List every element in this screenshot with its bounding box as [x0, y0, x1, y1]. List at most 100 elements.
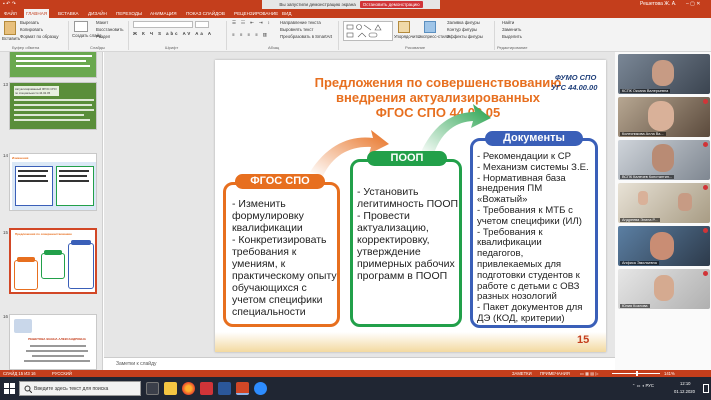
word-icon[interactable] — [218, 382, 231, 395]
clock-date[interactable]: 01.12.2020 — [674, 389, 695, 394]
powerpoint-icon[interactable] — [236, 382, 249, 395]
find-button[interactable]: Найти — [502, 20, 514, 26]
notes-pane[interactable]: Заметки к слайду — [104, 357, 615, 370]
shape-fill-button[interactable]: Заливка фигуры — [447, 20, 480, 26]
slide-number: 15 — [3, 230, 9, 235]
taskbar-search[interactable]: Введите здесь текст для поиска — [19, 381, 141, 396]
user-name[interactable]: Решетова Ж. А. — [640, 0, 676, 9]
participant-name: Андреева Элина Р... — [620, 218, 660, 222]
cut-button[interactable]: Вырезать — [20, 20, 39, 26]
replace-button[interactable]: Заменить — [502, 27, 521, 33]
slide-thumbnail-14[interactable]: Изменения — [9, 153, 97, 211]
firefox-icon[interactable] — [182, 382, 195, 395]
font-size-field[interactable] — [195, 21, 209, 28]
text-line: - Провести — [357, 210, 410, 222]
tab-insert[interactable]: ВСТАВКА — [56, 9, 81, 18]
participant-tile[interactable]: Андреева Элина Р... — [618, 183, 710, 223]
group-paragraph: Абзац — [268, 45, 280, 50]
participant-tile[interactable]: Юлия Козлова — [618, 269, 710, 309]
align-icons[interactable]: ≡ ≡ ≡ ≡ ▥ — [232, 32, 269, 38]
file-explorer-icon[interactable] — [164, 382, 177, 395]
section-button[interactable]: Раздел — [96, 34, 110, 40]
reset-button[interactable]: Восстановить — [96, 27, 124, 33]
fgos-text[interactable]: - Изменить формулировку квалификации - К… — [232, 198, 338, 318]
tab-animation[interactable]: АНИМАЦИЯ — [148, 9, 179, 18]
tab-design[interactable]: ДИЗАЙН — [86, 9, 109, 18]
slide-editor[interactable]: Предложения по совершенствованию внедрен… — [104, 52, 615, 357]
group-slides: Слайды — [90, 45, 105, 50]
slide-thumbnail-15-selected[interactable]: Предложения по совершенствованию — [9, 228, 97, 294]
app-red-icon[interactable] — [200, 382, 213, 395]
format-painter-button[interactable]: Формат по образцу — [20, 34, 59, 40]
shape-effects-button[interactable]: Эффекты фигуры — [447, 34, 483, 40]
participant-tile[interactable]: Колесникова Алла Ва... — [618, 97, 710, 137]
paste-button[interactable]: Вставить — [2, 36, 20, 42]
quick-access-save-icon[interactable]: ▪ ↶ ↷ — [3, 0, 16, 9]
list-icons[interactable]: ☰ ☷ ⇤ ⇥ ↕ — [232, 20, 272, 26]
current-slide[interactable]: Предложения по совершенствованию внедрен… — [215, 60, 606, 352]
window-controls-icon[interactable]: – ▢ ✕ — [686, 0, 700, 9]
divider — [226, 21, 227, 50]
view-buttons-icon[interactable]: ▭ ▦ ▤ ▷ — [580, 370, 599, 377]
notes-toggle[interactable]: ЗАМЕТКИ — [512, 370, 532, 377]
stop-share-button[interactable]: Остановить демонстрацию — [359, 1, 423, 8]
text-line: - Конкретизировать — [232, 234, 327, 246]
font-style-icons[interactable]: Ж К Ч S abc AV Aa A — [133, 31, 213, 37]
screen-share-banner: Вы запустили демонстрацию экрана Останов… — [262, 0, 440, 9]
thumbnail-title: Актуализированный ФГОС СПО по специально… — [14, 86, 59, 96]
zoom-level[interactable]: 141% — [664, 370, 675, 377]
text-line: требования к — [232, 246, 297, 258]
tab-transitions[interactable]: ПЕРЕХОДЫ — [114, 9, 144, 18]
quick-styles-icon[interactable] — [424, 21, 436, 33]
layout-button[interactable]: Макет — [96, 20, 108, 26]
slide-number: 16 — [3, 314, 9, 319]
quick-styles-button[interactable]: Экспресс-стили — [418, 34, 449, 40]
slide-page-number: 15 — [577, 334, 590, 346]
participant-tile[interactable]: ВСПК Калечев Константин... — [618, 140, 710, 180]
text-line: практическому опыту — [232, 270, 337, 282]
notifications-icon[interactable] — [703, 384, 709, 393]
select-button[interactable]: Выделить — [502, 34, 522, 40]
shape-outline-button[interactable]: Контур фигуры — [447, 27, 477, 33]
muted-mic-icon — [703, 99, 708, 104]
tab-file[interactable]: ФАЙЛ — [2, 9, 19, 18]
language-indicator[interactable]: РУССКИЙ — [52, 370, 72, 377]
text-direction-button[interactable]: Направление текста — [280, 20, 321, 26]
tray-icons[interactable]: ⌃ ▭ ◖ РУС — [632, 383, 654, 388]
font-name-field[interactable] — [133, 21, 193, 28]
slide-thumbnail-13[interactable]: Актуализированный ФГОС СПО по специально… — [9, 82, 97, 130]
participant-tile[interactable]: Анфиса Эмильевна — [618, 226, 710, 266]
comments-toggle[interactable]: ПРИМЕЧАНИЯ — [540, 370, 570, 377]
new-slide-icon[interactable] — [74, 21, 88, 32]
text-line: квалификации — [232, 222, 303, 234]
divider — [68, 21, 69, 50]
smartart-button[interactable]: Преобразовать в SmartArt — [280, 34, 332, 40]
shapes-gallery[interactable] — [343, 21, 393, 41]
participant-name: Юлия Козлова — [620, 304, 650, 308]
muted-mic-icon — [703, 185, 708, 190]
poop-text[interactable]: - Установить легитимность ПООП - Провест… — [357, 186, 459, 282]
docs-text[interactable]: - Рекомендации к СР - Механизм системы З… — [477, 151, 597, 325]
windows-start-icon[interactable] — [4, 383, 15, 394]
notes-placeholder[interactable]: Заметки к слайду — [116, 361, 157, 367]
align-text-button[interactable]: Выровнять текст — [280, 27, 313, 33]
slide-thumbnail-16[interactable]: РЕШЕТОВА ЖАННА АЛЕКСАНДРОВНА — [9, 314, 97, 370]
tab-review[interactable]: РЕЦЕНЗИРОВАНИЕ — [232, 9, 280, 18]
participant-name: Анфиса Эмильевна — [620, 261, 659, 265]
participant-tile[interactable]: КСПК Оксана Валерьевна — [618, 54, 710, 94]
copy-button[interactable]: Копировать — [20, 27, 43, 33]
arrange-button[interactable]: Упорядочить — [394, 34, 420, 40]
slide-thumbnails-pane[interactable]: 13 Актуализированный ФГОС СПО по специал… — [0, 52, 103, 370]
paste-icon[interactable] — [4, 21, 16, 35]
zoom-app-icon[interactable] — [254, 382, 267, 395]
tab-slideshow[interactable]: ПОКАЗ СЛАЙДОВ — [184, 9, 227, 18]
clock-time[interactable]: 12:10 — [680, 381, 690, 386]
slide-thumbnail[interactable] — [9, 52, 97, 78]
tab-view[interactable]: ВИД — [280, 9, 293, 18]
tab-home[interactable]: ГЛАВНАЯ — [24, 9, 50, 18]
ribbon: Вставить Вырезать Копировать Формат по о… — [0, 18, 711, 52]
arrange-icon[interactable] — [398, 21, 410, 33]
zoom-slider-handle[interactable] — [636, 371, 638, 376]
text-line: программ в ПООП — [357, 270, 448, 282]
task-view-icon[interactable] — [146, 382, 159, 395]
